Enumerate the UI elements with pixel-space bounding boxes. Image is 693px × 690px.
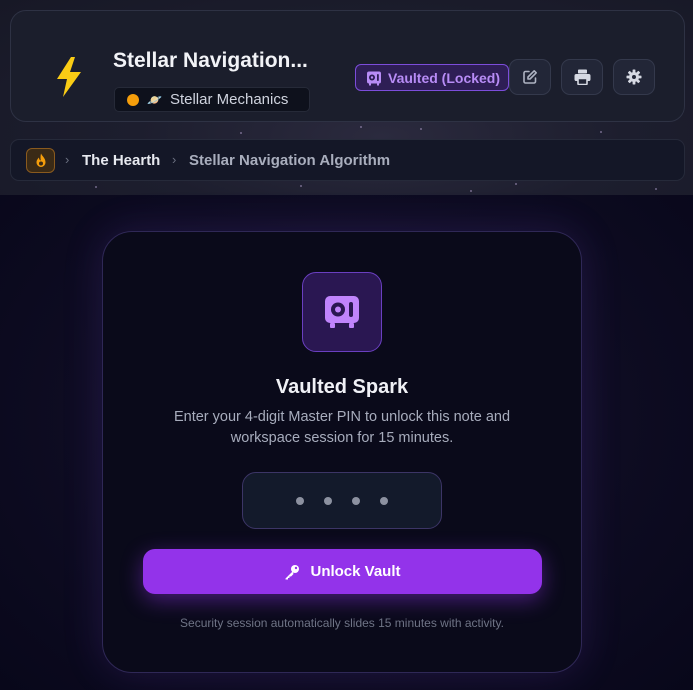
- pin-input[interactable]: [242, 472, 442, 529]
- lightning-bolt-icon: [57, 57, 81, 97]
- vault-title: Vaulted Spark: [275, 376, 409, 398]
- vault-lock-panel: Vaulted Spark Enter your 4-digit Master …: [102, 231, 582, 673]
- session-footnote: Security session automatically slides 15…: [180, 616, 504, 630]
- planet-icon: 🪐: [147, 92, 162, 107]
- safe-icon: [325, 296, 359, 328]
- note-header: Stellar Navigation... 🪐 Stellar Mechanic…: [10, 10, 685, 122]
- safe-icon: [367, 71, 381, 85]
- workspace-color-dot: [127, 93, 139, 106]
- print-button[interactable]: [561, 59, 603, 95]
- pin-placeholder-dot: [324, 496, 332, 505]
- gear-icon: [626, 69, 642, 85]
- breadcrumb: › The Hearth › Stellar Navigation Algori…: [10, 139, 685, 181]
- pin-placeholder-dot: [380, 496, 388, 505]
- chevron-right-icon: ›: [172, 152, 177, 167]
- print-icon: [574, 69, 590, 85]
- edit-button[interactable]: [509, 59, 551, 95]
- workspace-chip[interactable]: 🪐 Stellar Mechanics: [114, 87, 310, 112]
- pin-placeholder-dot: [352, 496, 360, 505]
- vault-status-label: Vaulted (Locked): [388, 69, 501, 86]
- unlock-vault-label: Unlock Vault: [310, 563, 401, 580]
- key-icon: [285, 564, 300, 579]
- pin-placeholder-dot: [296, 496, 304, 505]
- hearth-home-button[interactable]: [26, 148, 55, 173]
- settings-button[interactable]: [613, 59, 655, 95]
- breadcrumb-item-hearth[interactable]: The Hearth: [82, 152, 160, 169]
- unlock-vault-button[interactable]: Unlock Vault: [143, 549, 542, 594]
- workspace-label: Stellar Mechanics: [169, 91, 289, 108]
- flame-icon: [36, 153, 45, 167]
- chevron-right-icon: ›: [65, 152, 70, 167]
- vault-status-badge: Vaulted (Locked): [355, 64, 509, 91]
- vault-icon-box: [302, 272, 382, 352]
- breadcrumb-item-current: Stellar Navigation Algorithm: [189, 152, 391, 169]
- edit-icon: [523, 70, 537, 84]
- note-title: Stellar Navigation...: [113, 49, 308, 72]
- vault-description: Enter your 4-digit Master PIN to unlock …: [173, 409, 511, 446]
